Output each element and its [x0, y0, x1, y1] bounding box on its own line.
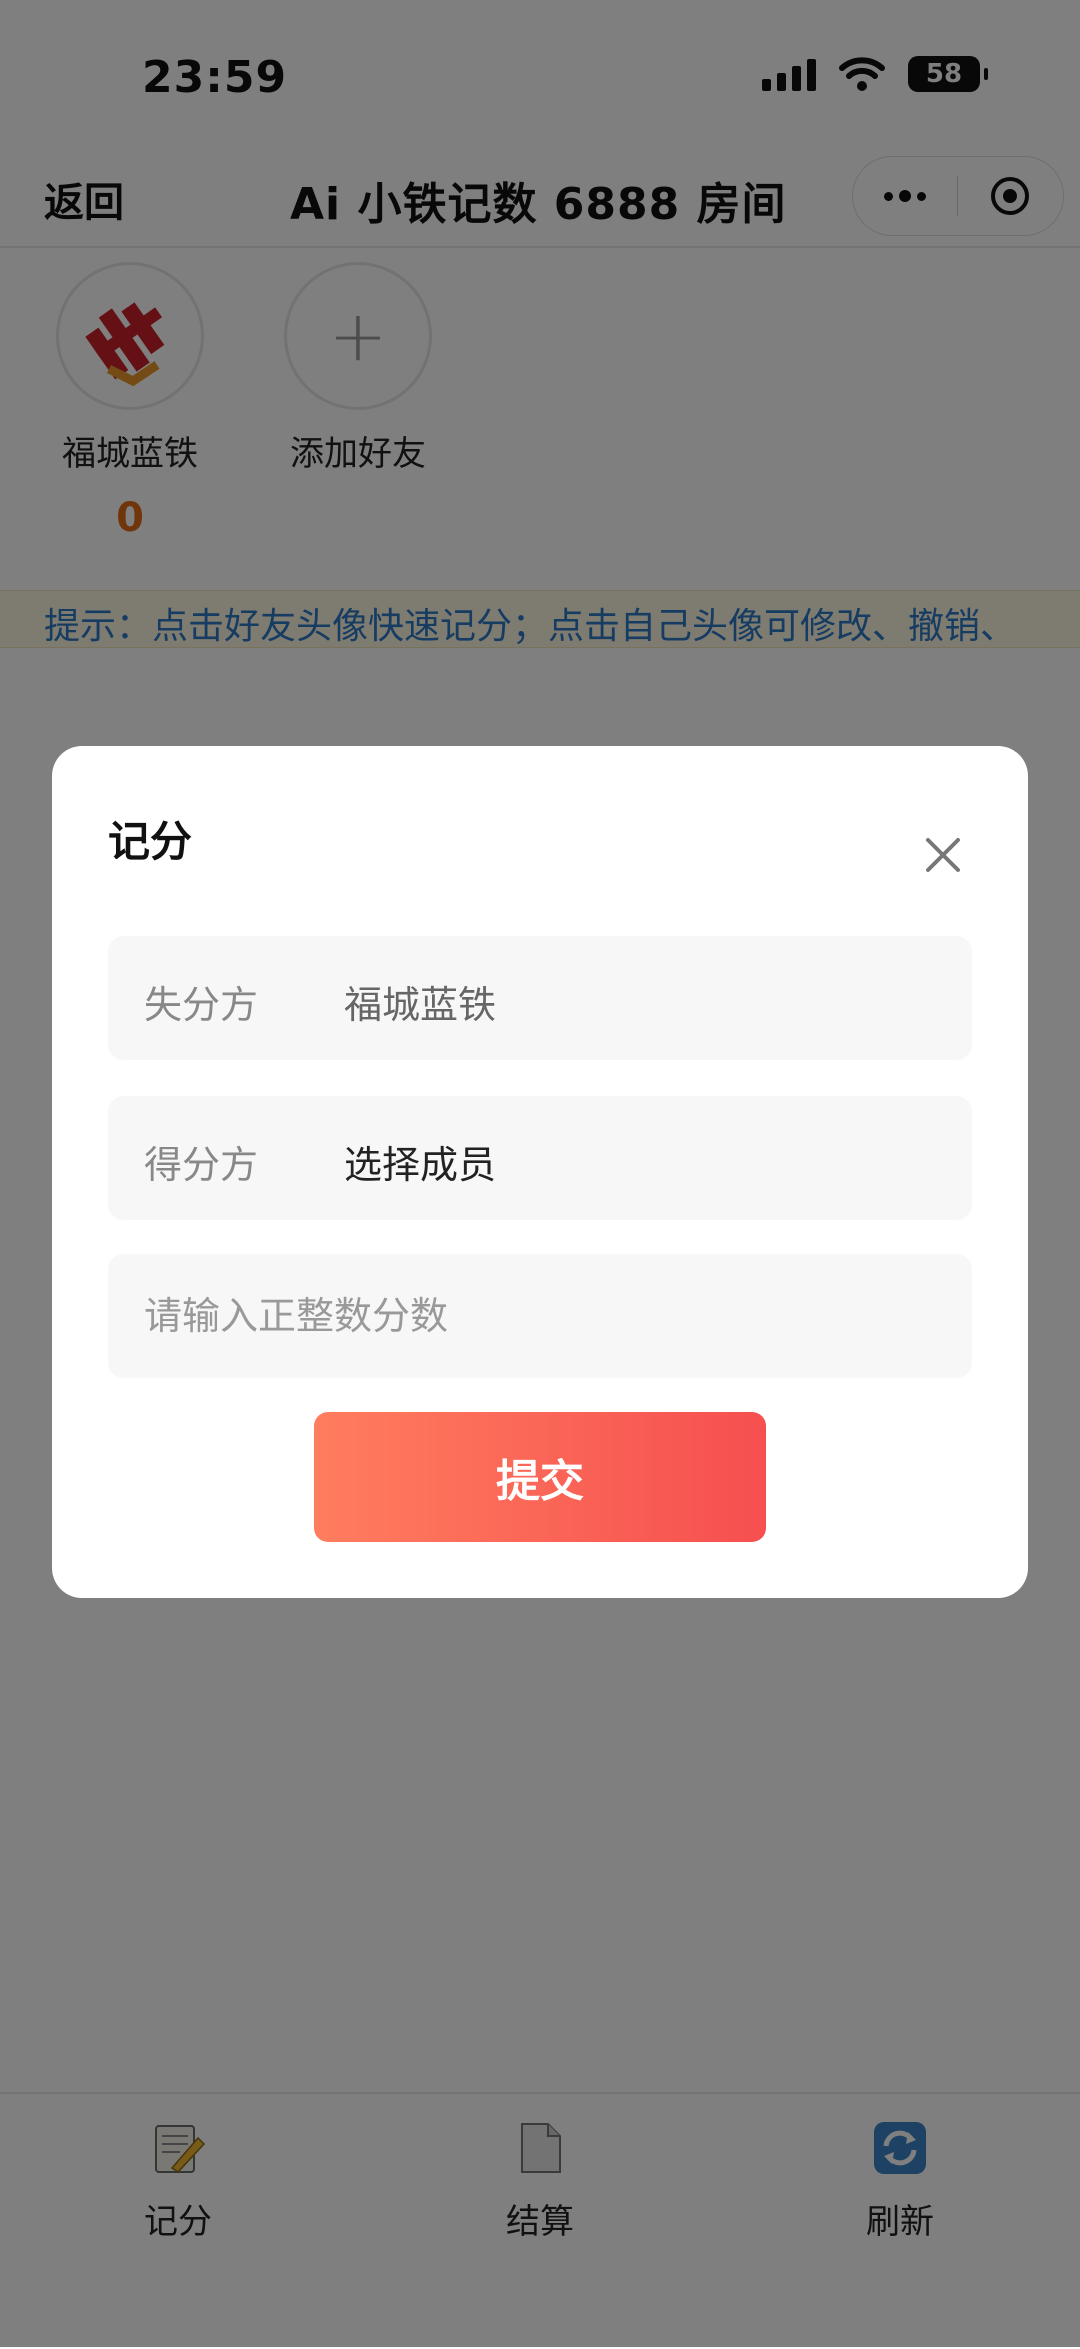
winner-select[interactable]: 得分方 选择成员 [108, 1096, 972, 1220]
score-field[interactable] [108, 1254, 972, 1378]
score-input[interactable] [144, 1284, 924, 1348]
winner-label: 得分方 [144, 1143, 259, 1187]
close-icon[interactable] [922, 834, 964, 876]
score-dialog: 记分 失分方 福城蓝铁 得分方 选择成员 提交 [52, 746, 1028, 1598]
submit-button[interactable]: 提交 [314, 1412, 766, 1542]
loser-value: 福城蓝铁 [344, 983, 497, 1027]
winner-value[interactable]: 选择成员 [344, 1134, 496, 1189]
dialog-title: 记分 [108, 817, 193, 866]
loser-field[interactable]: 失分方 福城蓝铁 [108, 936, 972, 1060]
loser-label: 失分方 [144, 983, 259, 1027]
